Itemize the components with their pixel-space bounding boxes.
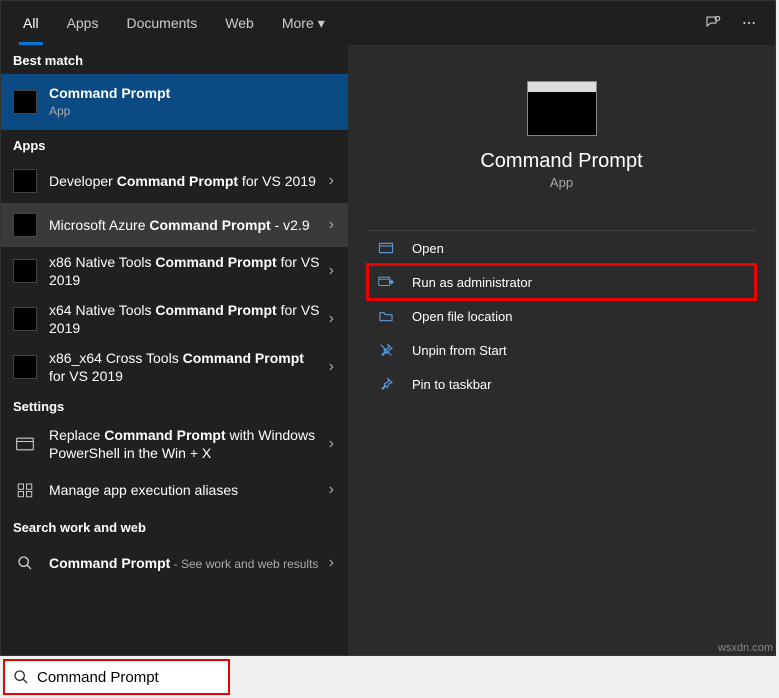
- result-app[interactable]: Microsoft Azure Command Prompt - v2.9 ›: [1, 203, 348, 247]
- search-icon: [13, 551, 37, 575]
- chevron-right-icon[interactable]: ›: [323, 554, 340, 572]
- tab-apps[interactable]: Apps: [53, 1, 113, 45]
- cmd-icon: [13, 169, 37, 193]
- search-tabs: All Apps Documents Web More▾: [1, 1, 775, 45]
- cmd-icon: [13, 259, 37, 283]
- result-app[interactable]: x86_x64 Cross Tools Command Prompt for V…: [1, 343, 348, 391]
- chevron-right-icon[interactable]: ›: [323, 358, 340, 376]
- result-setting[interactable]: Replace Command Prompt with Windows Powe…: [1, 420, 348, 468]
- search-icon: [13, 669, 29, 685]
- search-panel: All Apps Documents Web More▾ Best match …: [0, 0, 776, 656]
- result-best-match[interactable]: Command Prompt App: [1, 74, 348, 130]
- section-best-match: Best match: [1, 45, 348, 74]
- tab-web[interactable]: Web: [211, 1, 268, 45]
- cmd-icon: [13, 355, 37, 379]
- action-unpin-from-start[interactable]: Unpin from Start: [368, 333, 755, 367]
- action-run-as-admin[interactable]: Run as administrator: [368, 265, 755, 299]
- tab-all[interactable]: All: [9, 1, 53, 45]
- section-settings: Settings: [1, 391, 348, 420]
- action-open[interactable]: Open: [368, 231, 755, 265]
- cmd-icon: [13, 90, 37, 114]
- chevron-right-icon[interactable]: ›: [323, 435, 340, 453]
- result-app[interactable]: Developer Command Prompt for VS 2019 ›: [1, 159, 348, 203]
- result-web[interactable]: Command Prompt - See work and web result…: [1, 541, 348, 585]
- section-search-web: Search work and web: [1, 512, 348, 541]
- chevron-right-icon[interactable]: ›: [323, 310, 340, 328]
- tab-more[interactable]: More▾: [268, 1, 339, 45]
- section-apps: Apps: [1, 130, 348, 159]
- more-options-icon[interactable]: [731, 5, 767, 41]
- result-subtitle: App: [49, 102, 340, 120]
- preview-title: Command Prompt: [368, 150, 755, 173]
- search-input[interactable]: [37, 669, 236, 686]
- chevron-right-icon[interactable]: ›: [323, 216, 340, 234]
- preview-subtitle: App: [368, 175, 755, 190]
- cmd-icon: [13, 307, 37, 331]
- folder-icon: [378, 309, 402, 323]
- preview-pane: Command Prompt App Open Run as administr…: [348, 45, 775, 655]
- admin-icon: [378, 275, 402, 289]
- results-list: Best match Command Prompt App Apps Devel…: [1, 45, 348, 655]
- result-title: Command Prompt: [49, 84, 340, 102]
- result-setting[interactable]: Manage app execution aliases ›: [1, 468, 348, 512]
- tab-documents[interactable]: Documents: [112, 1, 211, 45]
- settings-icon: [13, 432, 37, 456]
- actions-list: Open Run as administrator Open file loca…: [368, 230, 755, 401]
- action-open-file-location[interactable]: Open file location: [368, 299, 755, 333]
- action-pin-to-taskbar[interactable]: Pin to taskbar: [368, 367, 755, 401]
- result-app[interactable]: x86 Native Tools Command Prompt for VS 2…: [1, 247, 348, 295]
- aliases-icon: [13, 478, 37, 502]
- chevron-down-icon: ▾: [318, 15, 325, 32]
- pin-icon: [378, 376, 402, 392]
- chevron-right-icon[interactable]: ›: [323, 172, 340, 190]
- preview-app-icon: [527, 81, 597, 136]
- chevron-right-icon[interactable]: ›: [323, 481, 340, 499]
- open-icon: [378, 241, 402, 255]
- watermark: wsxdn.com: [718, 642, 773, 654]
- result-app[interactable]: x64 Native Tools Command Prompt for VS 2…: [1, 295, 348, 343]
- taskbar-search-box[interactable]: [3, 659, 230, 695]
- chevron-right-icon[interactable]: ›: [323, 262, 340, 280]
- unpin-icon: [378, 342, 402, 358]
- cmd-icon: [13, 213, 37, 237]
- feedback-icon[interactable]: [695, 5, 731, 41]
